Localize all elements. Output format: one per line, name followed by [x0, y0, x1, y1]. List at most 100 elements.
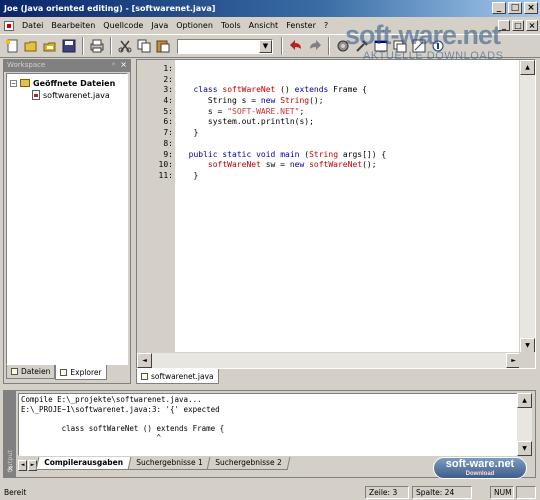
- tab-explorer[interactable]: Explorer: [55, 365, 107, 380]
- window-icon[interactable]: [411, 38, 427, 54]
- tab-suchergebnisse-2[interactable]: Suchergebnisse 2: [206, 457, 291, 470]
- code-editor[interactable]: 1: 2: 3: class softWareNet () extends Fram…: [136, 59, 536, 369]
- close-icon[interactable]: ×: [120, 60, 127, 69]
- open-icon[interactable]: [42, 38, 58, 54]
- line-number: 6:: [163, 117, 173, 127]
- code-text: s = "SOFT-WARE.NET";: [207, 106, 305, 116]
- code-line[interactable]: 3: class softWareNet () extends Frame {: [163, 85, 517, 96]
- java-file-icon: [141, 372, 148, 380]
- compiler-output[interactable]: Compile E:\_projekte\softwarenet.java...…: [18, 393, 518, 456]
- help-icon[interactable]: [430, 38, 446, 54]
- menu-ansicht[interactable]: Ansicht: [249, 21, 279, 30]
- print-icon[interactable]: [89, 38, 105, 54]
- menu-fenster[interactable]: Fenster: [286, 21, 316, 30]
- run-icon[interactable]: [373, 38, 389, 54]
- status-column-value: Spalte: 24: [416, 488, 455, 497]
- files-icon: [11, 368, 18, 375]
- menu-quellcode[interactable]: Quellcode: [103, 21, 143, 30]
- build-icon[interactable]: [354, 38, 370, 54]
- chevron-down-icon[interactable]: ▼: [259, 39, 272, 53]
- line-number: 3:: [163, 85, 173, 95]
- status-bar: Bereit Zeile: 3 Spalte: 24 NUM: [0, 485, 540, 500]
- code-line[interactable]: 8:: [163, 139, 517, 150]
- search-combo[interactable]: ▼: [177, 38, 273, 54]
- status-num-value: NUM: [494, 488, 512, 497]
- toolbar-separator: [328, 37, 330, 55]
- pin-icon[interactable]: ◦: [111, 60, 116, 69]
- doc-minimize-button[interactable]: _: [498, 20, 510, 31]
- output-side-bar: × Output: [4, 391, 16, 477]
- new-file-icon[interactable]: [4, 38, 20, 54]
- toolbar-separator: [110, 37, 112, 55]
- scroll-down-icon[interactable]: ▼: [517, 441, 532, 456]
- gear-icon[interactable]: [335, 38, 351, 54]
- output-scrollbar[interactable]: ▲ ▼: [517, 393, 532, 456]
- doc-restore-button[interactable]: □: [512, 20, 524, 31]
- code-line[interactable]: 7: }: [163, 128, 517, 139]
- code-text: softWareNet sw = new softWareNet();: [207, 160, 377, 170]
- horizontal-scrollbar[interactable]: ◄ ►: [137, 352, 521, 368]
- menu-help[interactable]: ?: [324, 21, 328, 30]
- close-button[interactable]: ×: [524, 2, 538, 14]
- menu-optionen[interactable]: Optionen: [176, 21, 213, 30]
- status-line-value: Zeile: 3: [369, 488, 398, 497]
- tab-compilerausgaben[interactable]: Compilerausgaben: [35, 457, 132, 470]
- tab-label: softwarenet.java: [151, 371, 214, 381]
- tab-softwarenet-java[interactable]: softwarenet.java: [136, 369, 219, 384]
- line-number: 2:: [163, 74, 173, 84]
- tree-root[interactable]: − Geöffnete Dateien: [10, 77, 124, 89]
- document-icon[interactable]: [4, 20, 14, 31]
- code-line[interactable]: 11: }: [159, 170, 517, 182]
- doc-close-button[interactable]: ×: [526, 20, 538, 31]
- tab-dateien[interactable]: Dateien: [6, 365, 56, 379]
- cut-icon[interactable]: [117, 38, 133, 54]
- workspace-panel: Workspace ◦ × − Geöffnete Dateien softwa…: [3, 59, 131, 384]
- redo-icon[interactable]: [307, 38, 323, 54]
- menu-datei[interactable]: Datei: [22, 21, 43, 30]
- title-bar: Joe (Java oriented editing) - [softwaren…: [0, 0, 540, 17]
- code-text: }: [179, 170, 199, 180]
- output-line: E:\_PROJE~1\softwarenet.java:3: '{' expe…: [21, 404, 220, 414]
- code-line[interactable]: 9: public static void main (String args[…: [163, 149, 517, 161]
- download-badge: soft-ware.net Download: [433, 457, 527, 479]
- status-text: Bereit: [4, 488, 27, 497]
- code-text: public static void main (String args[]) …: [188, 149, 387, 159]
- code-area[interactable]: 1: 2: 3: class softWareNet () extends Fram…: [159, 60, 517, 353]
- scroll-down-icon[interactable]: ▼: [520, 338, 535, 353]
- menu-bearbeiten[interactable]: Bearbeiten: [51, 21, 95, 30]
- scroll-up-icon[interactable]: ▲: [517, 393, 532, 408]
- editor-tabs: softwarenet.java: [136, 369, 536, 385]
- undo-icon[interactable]: [288, 38, 304, 54]
- java-file-icon: [32, 90, 40, 100]
- tree-item-file[interactable]: softwarenet.java: [10, 89, 124, 101]
- line-number: 1:: [163, 64, 173, 73]
- window-title: Joe (Java oriented editing) - [softwaren…: [4, 4, 216, 13]
- code-line[interactable]: 4: String s = new String();: [163, 96, 517, 107]
- scroll-left-icon[interactable]: ◄: [137, 353, 152, 368]
- menu-java[interactable]: Java: [151, 21, 168, 30]
- output-side-label: Output: [6, 450, 14, 473]
- code-text: system.out.println(s);: [207, 117, 314, 127]
- window-icon[interactable]: [392, 38, 408, 54]
- scroll-up-icon[interactable]: ▲: [520, 60, 535, 75]
- tab-prev-icon[interactable]: ◄: [18, 460, 27, 471]
- save-icon[interactable]: [61, 38, 77, 54]
- tab-suchergebnisse-1[interactable]: Suchergebnisse 1: [127, 457, 211, 470]
- maximize-button[interactable]: □: [508, 2, 522, 14]
- menu-tools[interactable]: Tools: [221, 21, 241, 30]
- open-folder-icon[interactable]: [23, 38, 39, 54]
- code-line[interactable]: 10: softWareNet sw = new softWareNet();: [159, 160, 517, 171]
- minimize-button[interactable]: _: [492, 2, 506, 14]
- status-empty: [516, 486, 536, 499]
- code-line[interactable]: 5: s = "SOFT-WARE.NET";: [163, 106, 517, 118]
- paste-icon[interactable]: [155, 38, 171, 54]
- code-line[interactable]: 6: system.out.println(s);: [163, 117, 517, 128]
- vertical-scrollbar[interactable]: ▲ ▼: [519, 60, 535, 353]
- status-line: Zeile: 3: [365, 486, 409, 499]
- code-line[interactable]: 1:: [163, 64, 517, 75]
- collapse-icon[interactable]: −: [10, 79, 17, 87]
- copy-icon[interactable]: [136, 38, 152, 54]
- code-line[interactable]: 2:: [163, 75, 517, 86]
